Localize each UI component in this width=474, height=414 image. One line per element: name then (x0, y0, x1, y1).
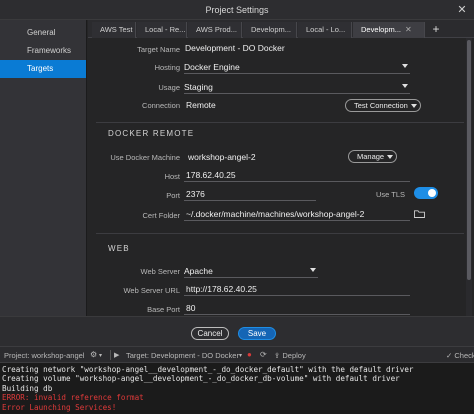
add-tab-icon[interactable]: + (428, 20, 444, 38)
deploy-button[interactable]: ⇪ Deploy (274, 351, 306, 360)
usage-value: Staging (184, 82, 213, 92)
tab-label: Local - Lo... (306, 25, 346, 34)
chevron-down-icon[interactable]: ▾ (239, 352, 242, 359)
chevron-down-icon (402, 64, 408, 68)
tab-aws-test[interactable]: AWS Test (92, 22, 136, 38)
status-bar: Project: workshop-angel ⚙ ▾ ▶ Target: De… (0, 346, 474, 363)
port-label: Port (166, 191, 180, 200)
port-value: 2376 (186, 189, 205, 199)
console-line: Creating volume "workshop-angel__develop… (2, 374, 400, 384)
base-port-label: Base Port (147, 305, 180, 314)
tab-local-re[interactable]: Local - Re... (137, 22, 187, 38)
section-divider (96, 122, 464, 123)
tab-label: Developm... (251, 25, 292, 34)
check-button[interactable]: ✓ Check (446, 351, 474, 360)
play-icon[interactable]: ▶ (114, 351, 119, 359)
target-name-label: Target Name (137, 45, 180, 54)
connection-label: Connection (142, 101, 180, 110)
project-settings-window: Project Settings ✕ General Frameworks Ta… (0, 0, 474, 346)
window-title: Project Settings (205, 5, 269, 15)
web-server-value: Apache (184, 266, 213, 276)
cert-folder-value: ~/.docker/machine/machines/workshop-ange… (186, 209, 365, 219)
deploy-label: Deploy (282, 351, 306, 360)
output-console: Creating network "workshop-angel__develo… (0, 363, 474, 414)
chevron-down-icon (402, 84, 408, 88)
scrollbar-thumb[interactable] (467, 40, 471, 280)
settings-sidebar: General Frameworks Targets (0, 20, 87, 316)
connection-value: Remote (186, 100, 216, 110)
console-error-line: Error Launching Services! (2, 402, 117, 412)
target-tabs: AWS Test Local - Re... AWS Prod... Devel… (88, 20, 474, 38)
web-server-url-value: http://178.62.40.25 (186, 284, 257, 294)
save-button[interactable]: Save (238, 327, 276, 340)
tab-aws-prod[interactable]: AWS Prod... (188, 22, 242, 38)
target-selector[interactable]: Target: Development - DO Docker (126, 351, 239, 360)
tab-development-1[interactable]: Developm... (243, 22, 297, 38)
section-divider (96, 233, 464, 234)
hosting-select[interactable]: Docker Engine (184, 61, 410, 74)
usage-label: Usage (158, 83, 180, 92)
web-server-url-label: Web Server URL (123, 286, 180, 295)
sidebar-item-general[interactable]: General (0, 24, 86, 42)
test-connection-button[interactable]: Test Connection (345, 99, 421, 112)
use-docker-machine-label: Use Docker Machine (110, 153, 180, 162)
base-port-value: 80 (186, 303, 196, 313)
vertical-scrollbar[interactable] (466, 38, 472, 316)
chevron-down-icon[interactable]: ▾ (99, 352, 102, 359)
status-separator (110, 350, 111, 360)
title-bar: Project Settings ✕ (0, 0, 474, 20)
web-heading: WEB (108, 244, 130, 253)
tab-development-active[interactable]: Developm... ✕ (353, 22, 425, 38)
tab-local-lo[interactable]: Local - Lo... (298, 22, 352, 38)
manage-button[interactable]: Manage (348, 150, 398, 163)
host-input[interactable]: 178.62.40.25 (184, 169, 410, 182)
tab-label: AWS Test (100, 25, 133, 34)
docker-remote-heading: DOCKER REMOTE (108, 129, 195, 138)
port-input[interactable]: 2376 (184, 188, 316, 201)
chevron-down-icon (410, 104, 417, 108)
chevron-down-icon (310, 268, 316, 272)
dialog-footer: Cancel Save (0, 316, 474, 346)
manage-label: Manage (357, 152, 385, 161)
close-icon[interactable]: ✕ (456, 4, 468, 16)
web-server-select[interactable]: Apache (184, 265, 318, 278)
stop-icon[interactable]: ● (247, 350, 252, 359)
web-server-label: Web Server (140, 267, 180, 276)
hosting-value: Docker Engine (184, 62, 240, 72)
host-label: Host (164, 172, 180, 181)
tab-label: Developm... (361, 25, 402, 34)
hosting-label: Hosting (154, 63, 180, 72)
gear-icon[interactable]: ⚙ (90, 350, 97, 359)
docker-machine-value[interactable]: workshop-angel-2 (188, 152, 256, 162)
base-port-input[interactable]: 80 (184, 302, 410, 315)
refresh-icon[interactable]: ⟳ (260, 350, 267, 359)
chevron-down-icon (387, 155, 394, 159)
console-error-line: ERROR: invalid reference format (2, 393, 144, 403)
sidebar-item-frameworks[interactable]: Frameworks (0, 42, 86, 60)
cancel-button[interactable]: Cancel (191, 327, 229, 340)
folder-icon[interactable] (414, 210, 425, 218)
console-line: Building db (2, 383, 53, 393)
use-tls-label: Use TLS (375, 190, 405, 199)
close-tab-icon[interactable]: ✕ (405, 25, 412, 34)
console-line: Creating network "workshop-angel__develo… (2, 365, 414, 374)
web-server-url-input[interactable]: http://178.62.40.25 (184, 283, 410, 296)
use-tls-toggle[interactable] (414, 187, 438, 199)
host-value: 178.62.40.25 (186, 170, 236, 180)
project-selector[interactable]: Project: workshop-angel (4, 351, 84, 360)
check-label: Check (454, 351, 474, 360)
test-connection-label: Test Connection (354, 101, 408, 110)
target-name-value[interactable]: Development - DO Docker (185, 43, 285, 53)
cert-folder-label: Cert Folder (142, 211, 180, 220)
sidebar-item-targets[interactable]: Targets (0, 60, 86, 78)
cert-folder-input[interactable]: ~/.docker/machine/machines/workshop-ange… (184, 208, 410, 221)
usage-select[interactable]: Staging (184, 81, 410, 94)
tab-label: Local - Re... (145, 25, 186, 34)
tab-label: AWS Prod... (196, 25, 237, 34)
target-settings-form: Target Name Development - DO Docker Host… (88, 38, 474, 316)
